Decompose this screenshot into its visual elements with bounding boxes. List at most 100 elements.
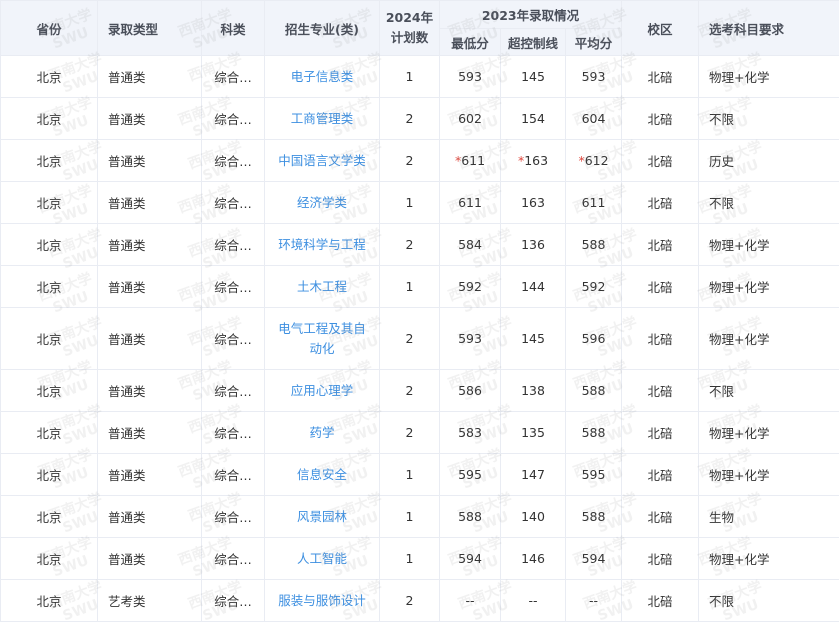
cell-subject-requirement: 物理+化学	[698, 55, 839, 98]
cell-min-score: 588	[439, 495, 501, 538]
cell-province: 北京	[0, 265, 98, 308]
cell-major: 药学	[264, 411, 380, 454]
cell-province: 北京	[0, 307, 98, 370]
header-2023-group: 2023年录取情况	[439, 0, 622, 29]
table-row: 北京 普通类 综合… 人工智能 1 594 146 594 北碚 物理+化学	[0, 537, 839, 580]
cell-avg-score-value: 611	[581, 195, 606, 210]
cell-admission-type-value: 普通类	[108, 238, 146, 253]
major-link[interactable]: 应用心理学	[291, 381, 354, 401]
table-row: 北京 普通类 综合… 环境科学与工程 2 584 136 588 北碚 物理+化学	[0, 223, 839, 266]
table-row: 北京 普通类 综合… 电子信息类 1 593 145 593 北碚 物理+化学	[0, 55, 839, 98]
cell-plan: 1	[379, 495, 440, 538]
cell-above-control: 146	[500, 537, 566, 580]
cell-admission-type-value: 普通类	[108, 112, 146, 127]
cell-subject-requirement: 不限	[698, 369, 839, 412]
cell-subject-type-value: 综合…	[214, 468, 252, 483]
cell-min-score-value: 595	[458, 467, 482, 482]
cell-subject-requirement-value: 不限	[709, 594, 735, 609]
cell-above-control-value: 135	[521, 425, 545, 440]
cell-subject-type-value: 综合…	[214, 112, 252, 127]
cell-min-score: *611	[439, 139, 501, 182]
cell-plan: 2	[379, 307, 440, 370]
cell-campus-value: 北碚	[647, 426, 673, 441]
cell-admission-type: 普通类	[97, 411, 202, 454]
cell-subject-requirement-value: 不限	[709, 112, 735, 127]
major-link[interactable]: 电气工程及其自动化	[276, 319, 368, 359]
cell-campus: 北碚	[621, 181, 699, 224]
cell-subject-requirement-value: 物理+化学	[709, 70, 770, 85]
cell-above-control-value: 136	[521, 237, 545, 252]
cell-plan-value: 1	[405, 467, 414, 482]
cell-avg-score: 588	[565, 223, 622, 266]
cell-province: 北京	[0, 97, 98, 140]
header-admission-type: 录取类型	[97, 0, 202, 56]
cell-subject-requirement-value: 物理+化学	[709, 280, 770, 295]
major-link[interactable]: 信息安全	[297, 465, 347, 485]
table-row: 北京 普通类 综合… 药学 2 583 135 588 北碚 物理+化学	[0, 411, 839, 454]
cell-above-control: 154	[500, 97, 566, 140]
cell-min-score: 583	[439, 411, 501, 454]
cell-major: 经济学类	[264, 181, 380, 224]
header-plan-2024: 2024年 计划数	[379, 0, 440, 56]
cell-min-score: 586	[439, 369, 501, 412]
cell-avg-score-value: 595	[581, 467, 606, 482]
cell-campus: 北碚	[621, 537, 699, 580]
cell-above-control-value: 144	[521, 279, 545, 294]
cell-plan: 2	[379, 223, 440, 266]
cell-major: 服装与服饰设计	[264, 579, 380, 622]
cell-campus: 北碚	[621, 55, 699, 98]
cell-subject-type-value: 综合…	[214, 154, 252, 169]
cell-avg-score: 594	[565, 537, 622, 580]
major-link[interactable]: 药学	[309, 423, 334, 443]
table-row: 北京 艺考类 综合… 服装与服饰设计 2 -- -- -- 北碚 不限	[0, 579, 839, 622]
header-above-control: 超控制线	[500, 28, 566, 56]
cell-min-score: 593	[439, 307, 501, 370]
cell-plan-value: 1	[405, 509, 414, 524]
cell-avg-score: 588	[565, 411, 622, 454]
major-link[interactable]: 服装与服饰设计	[278, 591, 366, 611]
cell-subject-requirement-value: 不限	[709, 196, 735, 211]
cell-above-control: 163	[500, 181, 566, 224]
cell-subject-type: 综合…	[201, 139, 265, 182]
cell-admission-type: 普通类	[97, 369, 202, 412]
cell-subject-type: 综合…	[201, 495, 265, 538]
cell-min-score: 595	[439, 453, 501, 496]
cell-province: 北京	[0, 369, 98, 412]
cell-plan: 1	[379, 265, 440, 308]
major-link[interactable]: 电子信息类	[291, 67, 354, 87]
cell-major: 工商管理类	[264, 97, 380, 140]
cell-above-control: 147	[500, 453, 566, 496]
cell-province-value: 北京	[36, 332, 62, 347]
cell-subject-requirement-value: 历史	[709, 154, 735, 169]
cell-province-value: 北京	[36, 154, 62, 169]
major-link[interactable]: 工商管理类	[291, 109, 354, 129]
cell-avg-score-value: 594	[581, 551, 606, 566]
major-link[interactable]: 风景园林	[297, 507, 347, 527]
cell-major: 信息安全	[264, 453, 380, 496]
cell-above-control: --	[500, 579, 566, 622]
cell-above-control: 136	[500, 223, 566, 266]
major-link[interactable]: 经济学类	[297, 193, 347, 213]
cell-campus-value: 北碚	[647, 112, 673, 127]
cell-subject-requirement-value: 不限	[709, 384, 735, 399]
major-link[interactable]: 人工智能	[297, 549, 347, 569]
cell-admission-type-value: 普通类	[108, 552, 146, 567]
cell-avg-score: 588	[565, 495, 622, 538]
cell-subject-requirement-value: 物理+化学	[709, 426, 770, 441]
cell-plan: 1	[379, 453, 440, 496]
cell-min-score-value: 588	[458, 509, 482, 524]
cell-campus-value: 北碚	[647, 70, 673, 85]
major-link[interactable]: 土木工程	[297, 277, 347, 297]
cell-avg-score-value: 588	[581, 509, 606, 524]
cell-campus-value: 北碚	[647, 332, 673, 347]
major-link[interactable]: 中国语言文学类	[278, 151, 366, 171]
cell-plan-value: 1	[405, 195, 414, 210]
cell-plan-value: 1	[405, 69, 414, 84]
cell-above-control-value: 147	[521, 467, 545, 482]
cell-admission-type: 普通类	[97, 495, 202, 538]
cell-admission-type-value: 普通类	[108, 468, 146, 483]
cell-province-value: 北京	[36, 384, 62, 399]
cell-subject-type-value: 综合…	[214, 552, 252, 567]
major-link[interactable]: 环境科学与工程	[278, 235, 366, 255]
cell-admission-type: 普通类	[97, 97, 202, 140]
